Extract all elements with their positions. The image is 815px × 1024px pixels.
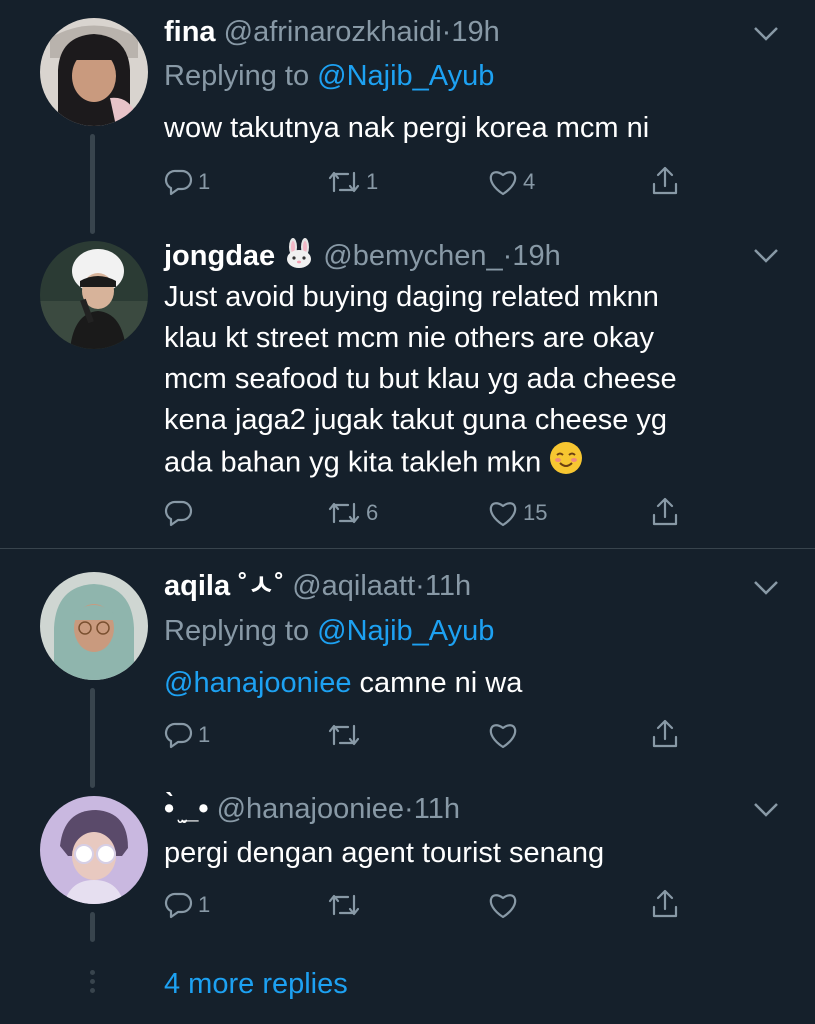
tweet-text: @hanajooniee camne ni wa [164,667,523,699]
heart-icon [489,171,517,196]
like-count: 4 [523,169,536,194]
user-handle[interactable]: @hanajooniee [217,793,404,825]
retweet-button[interactable] [326,719,362,751]
retweet-icon [328,894,360,916]
user-handle[interactable]: @afrinarozkhaidi [224,16,442,48]
user-handle[interactable]: @aqilaatt [292,570,415,602]
timestamp[interactable]: 19h [451,16,499,48]
user-handle[interactable]: @bemychen_ [323,240,502,272]
more-replies-dots [90,970,95,997]
thread-line [90,688,95,788]
tweet-text: pergi dengan agent tourist senang [164,837,605,869]
share-icon [652,497,678,526]
retweet-icon [328,724,360,746]
separator-dot: · [502,240,513,273]
tweet-text: wow takutnya nak pergi korea mcm ni [164,112,650,144]
retweet-icon [328,502,360,524]
heart-icon [489,894,517,919]
thread-line [90,912,95,942]
heart-icon [489,724,517,749]
display-name[interactable]: •̀ ̫_• [164,793,209,825]
more-replies-link[interactable]: 4 more replies [164,966,348,1002]
avatar[interactable] [40,572,148,680]
share-button[interactable] [650,718,680,750]
reply-button[interactable] [164,497,194,529]
like-count: 15 [523,500,548,525]
reply-icon [164,892,193,919]
timestamp[interactable]: 19h [512,240,560,272]
reply-button[interactable]: 1 [164,166,210,198]
timestamp[interactable]: 11h [414,793,460,825]
thread-line [90,134,95,234]
replying-to: Replying to @Najib_Ayub [164,615,495,647]
retweet-button[interactable]: 1 [326,166,378,198]
retweet-icon [328,171,360,193]
replying-to: Replying to @Najib_Ayub [164,60,495,92]
thread-divider [0,548,815,549]
reply-count: 1 [198,169,211,194]
tweet-header: jongdae @bemychen_·19h [164,238,561,277]
rabbit-face-emoji [283,238,315,277]
reply-mention-link[interactable]: @Najib_Ayub [317,60,494,92]
reply-icon [164,500,193,527]
reply-icon [164,722,193,749]
smiling-face-emoji [549,441,583,487]
reply-count: 1 [198,892,211,917]
avatar[interactable] [40,241,148,349]
retweet-count: 6 [366,500,379,525]
reply-count: 1 [198,722,211,747]
like-button[interactable] [487,889,519,921]
chevron-down-icon[interactable] [752,800,780,820]
separator-dot: · [441,16,452,48]
like-button[interactable] [487,719,519,751]
mention-link[interactable]: @hanajooniee [164,667,351,699]
share-button[interactable] [650,496,680,528]
display-name[interactable]: jongdae [164,240,275,272]
separator-dot: · [404,793,414,825]
display-name[interactable]: aqila [164,570,230,602]
like-button[interactable]: 15 [487,497,547,529]
display-name[interactable]: fina [164,16,216,48]
reply-icon [164,169,193,196]
share-icon [652,719,678,748]
tweet-text: Just avoid buying daging related mknn kl… [164,277,677,487]
avatar[interactable] [40,18,148,126]
retweet-count: 1 [366,169,379,194]
heart-icon [489,502,517,527]
timestamp[interactable]: 11h [425,570,471,602]
tweet-header: fina @afrinarozkhaidi·19h [164,14,500,50]
separator-dot: · [415,570,425,602]
like-button[interactable]: 4 [487,166,535,198]
share-button[interactable] [650,165,680,197]
tweet-header: aqila ˚ㅅ˚ @aqilaatt·11h [164,568,471,604]
display-name-suffix: ˚ㅅ˚ [238,570,285,602]
reply-button[interactable]: 1 [164,719,210,751]
tweet-header: •̀ ̫_• @hanajooniee·11h [164,791,460,827]
retweet-button[interactable] [326,889,362,921]
share-icon [652,166,678,195]
chevron-down-icon[interactable] [752,578,780,598]
chevron-down-icon[interactable] [752,24,780,44]
retweet-button[interactable]: 6 [326,497,378,529]
share-icon [652,889,678,918]
reply-button[interactable]: 1 [164,889,210,921]
reply-mention-link[interactable]: @Najib_Ayub [317,615,494,647]
chevron-down-icon[interactable] [752,246,780,266]
share-button[interactable] [650,888,680,920]
avatar[interactable] [40,796,148,904]
